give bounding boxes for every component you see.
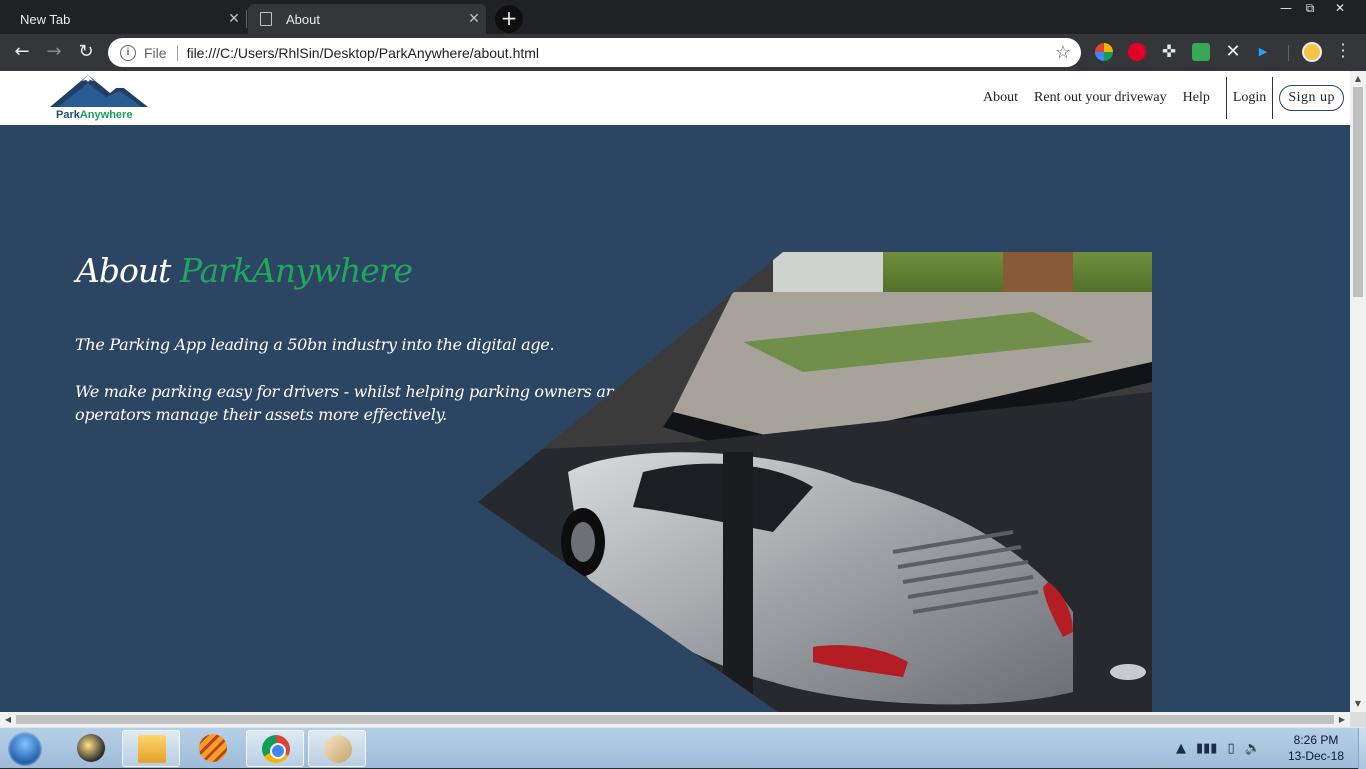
google-drive-icon[interactable] [1095, 43, 1113, 61]
main-nav: About Rent out your driveway Help Login … [975, 71, 1350, 125]
scheme-label: File [144, 44, 167, 61]
horizontal-scrollbar[interactable]: ◀ ▶ [0, 712, 1350, 727]
nav-signup-wrapper: Sign up [1272, 77, 1350, 119]
tab-close-icon[interactable]: ✕ [462, 11, 486, 27]
address-divider [176, 44, 178, 61]
striped-app-icon [199, 734, 227, 762]
scroll-down-arrow-icon[interactable]: ▼ [1350, 696, 1366, 712]
tab-separator [246, 10, 247, 28]
battery-icon[interactable]: ▯ [1227, 741, 1234, 756]
new-tab-button[interactable]: + [495, 5, 523, 33]
parking-lift-car-image [478, 252, 1152, 712]
signup-button[interactable]: Sign up [1279, 85, 1344, 111]
puzzle-icon[interactable]: ✜ [1160, 43, 1178, 61]
chrome-icon [262, 735, 290, 763]
horizontal-scroll-thumb[interactable] [16, 715, 1334, 724]
address-bar[interactable]: i File file:///C:/Users/RhlSin/Desktop/P… [108, 38, 1081, 67]
scroll-up-arrow-icon[interactable]: ▲ [1350, 71, 1366, 87]
tab-title: About [286, 11, 320, 27]
browser-toolbar: ← → ↻ i File file:///C:/Users/RhlSin/Des… [0, 34, 1366, 71]
start-button[interactable] [4, 729, 46, 769]
tab-new-tab[interactable]: New Tab ✕ [0, 4, 246, 34]
profile-avatar[interactable] [1302, 42, 1322, 62]
logo-text-park: Park [56, 109, 80, 121]
vertical-scroll-thumb[interactable] [1353, 87, 1363, 297]
reload-icon[interactable]: ↻ [74, 41, 98, 65]
nav-login-link[interactable]: Login [1225, 77, 1272, 119]
tray-expand-icon[interactable]: ▲ [1176, 741, 1186, 756]
taskbar-app-explorer[interactable] [122, 730, 180, 767]
info-icon[interactable]: i [120, 44, 136, 61]
paint-icon [324, 735, 352, 763]
url-text[interactable]: file:///C:/Users/RhlSin/Desktop/ParkAnyw… [187, 45, 1055, 61]
windows-orb-icon [8, 732, 42, 766]
taskbar-app-striped[interactable] [184, 730, 242, 767]
show-desktop-button[interactable] [1358, 728, 1366, 769]
adblock-icon[interactable] [1128, 43, 1146, 61]
taskbar-app-bee[interactable] [62, 730, 120, 767]
bookmark-star-icon[interactable]: ☆ [1055, 42, 1071, 63]
taskbar-app-paint[interactable] [308, 730, 366, 767]
scroll-left-arrow-icon[interactable]: ◀ [0, 712, 16, 727]
play-extension-icon[interactable]: ▶ [1254, 43, 1272, 61]
scroll-right-arrow-icon[interactable]: ▶ [1334, 712, 1350, 727]
vertical-scrollbar[interactable]: ▲ ▼ [1350, 71, 1366, 712]
title-brand: ParkAnywhere [179, 251, 413, 290]
scrollbar-corner [1350, 712, 1366, 727]
close-window-button[interactable]: ✕ [1318, 0, 1362, 18]
nav-help-link[interactable]: Help [1175, 90, 1218, 106]
browser-tab-bar: New Tab ✕ About ✕ + — ⧉ ✕ [0, 0, 1366, 34]
bee-app-icon [77, 734, 105, 762]
taskbar-clock[interactable]: 8:26 PM 13-Dec-18 [1276, 732, 1356, 764]
tab-about[interactable]: About ✕ [248, 4, 486, 34]
volume-icon[interactable]: 🔈 [1245, 741, 1261, 756]
windows-taskbar: ▲ ▮▮▮ ▯ 🔈 8:26 PM 13-Dec-18 [0, 727, 1366, 769]
menu-dots-icon[interactable]: · · · [1338, 37, 1348, 65]
page-title: About ParkAnywhere [76, 251, 413, 290]
nav-about-link[interactable]: About [975, 90, 1026, 106]
clock-time: 8:26 PM [1293, 733, 1339, 747]
forward-arrow-icon[interactable]: → [42, 41, 66, 65]
mail-check-icon[interactable] [1192, 43, 1210, 61]
nav-rent-link[interactable]: Rent out your driveway [1026, 90, 1175, 106]
toolbar-separator [1288, 45, 1289, 61]
clock-date: 13-Dec-18 [1287, 749, 1345, 763]
back-arrow-icon[interactable]: ← [10, 41, 34, 65]
file-explorer-icon [138, 735, 166, 763]
page-icon [260, 12, 272, 26]
tab-title: New Tab [20, 11, 71, 27]
x-extension-icon[interactable]: ✕ [1224, 43, 1242, 61]
taskbar-app-chrome[interactable] [246, 730, 304, 767]
system-tray: ▲ ▮▮▮ ▯ 🔈 [1176, 734, 1261, 762]
title-prefix: About [76, 251, 171, 290]
page-viewport: ParkAnywhere About Rent out your drivewa… [0, 71, 1350, 712]
site-header: ParkAnywhere About Rent out your drivewa… [0, 71, 1350, 125]
signal-icon[interactable]: ▮▮▮ [1196, 741, 1217, 756]
logo-text[interactable]: ParkAnywhere [56, 109, 132, 121]
logo-text-anywhere: Anywhere [79, 109, 133, 121]
tab-close-icon[interactable]: ✕ [222, 11, 246, 27]
